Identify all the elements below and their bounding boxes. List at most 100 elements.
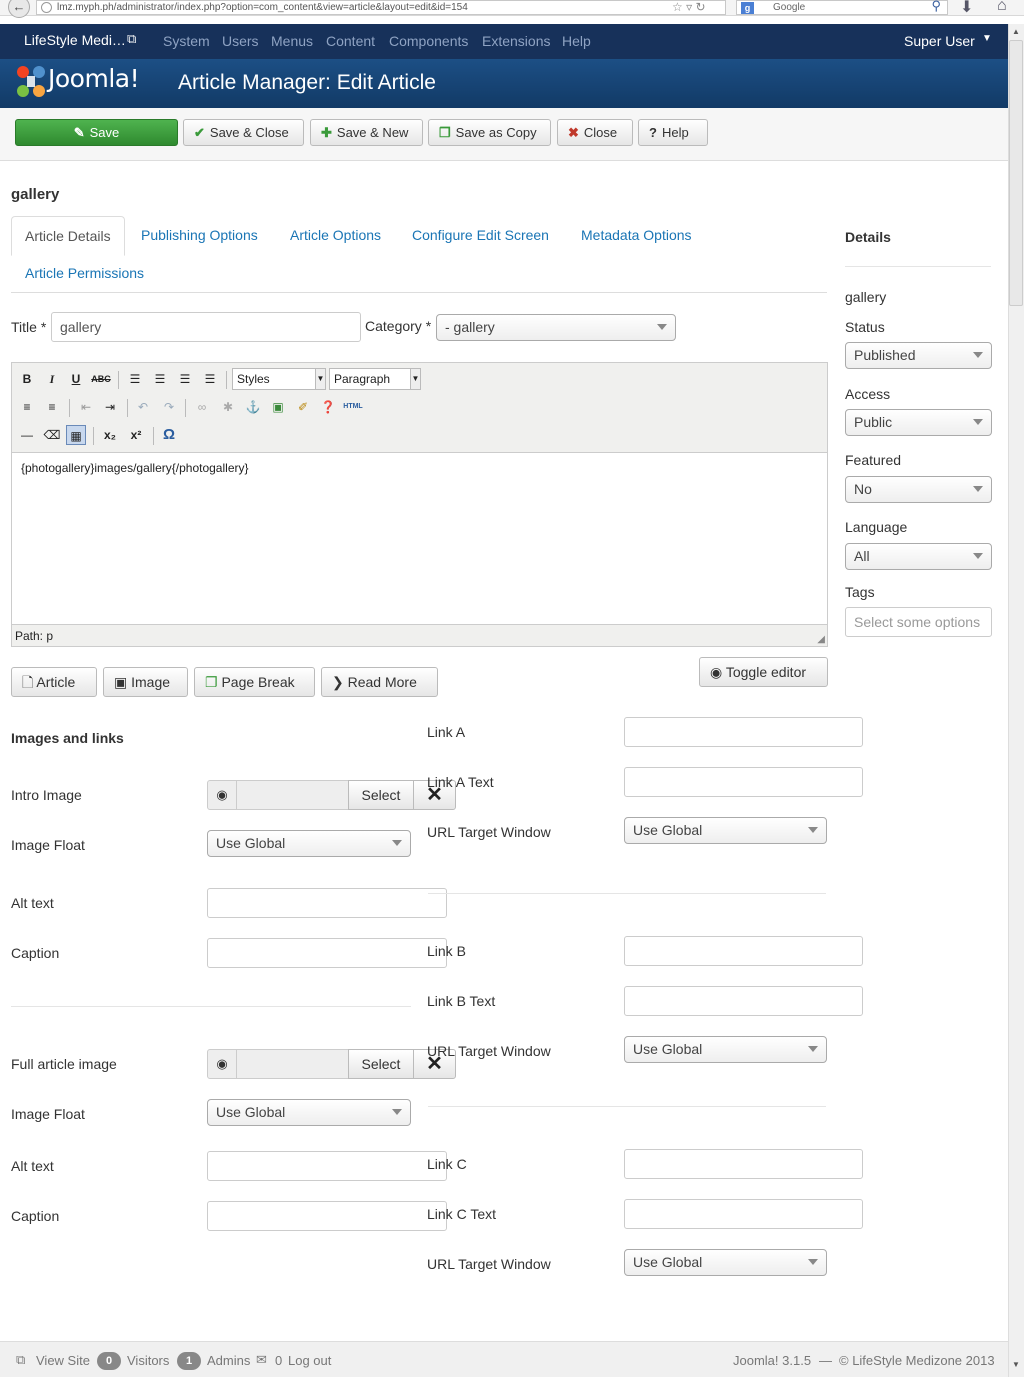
link-b-input[interactable] xyxy=(624,936,863,966)
browser-url-bar[interactable]: lmz.myph.ph/administrator/index.php?opti… xyxy=(36,0,726,15)
home-icon[interactable]: ⌂ xyxy=(997,0,1007,15)
url-bar-icons[interactable]: ☆ ▿ ↻ xyxy=(672,0,706,14)
link-a-target-select[interactable]: Use Global xyxy=(624,817,827,844)
link-b-text-input[interactable] xyxy=(624,986,863,1016)
menu-components[interactable]: Components xyxy=(389,33,468,49)
intro-image-path[interactable] xyxy=(236,780,349,810)
editor-content[interactable]: {photogallery}images/gallery{/photogalle… xyxy=(21,461,249,475)
insert-image-icon[interactable]: ▣ xyxy=(268,397,288,417)
menu-content[interactable]: Content xyxy=(326,33,375,49)
strikethrough-icon[interactable]: ABC xyxy=(91,369,111,389)
superscript-icon[interactable]: x² xyxy=(126,425,146,445)
category-select[interactable]: - gallery xyxy=(436,314,676,341)
save-new-button[interactable]: ✚ Save & New xyxy=(310,119,423,146)
menu-menus[interactable]: Menus xyxy=(271,33,313,49)
logout-link[interactable]: Log out xyxy=(288,1353,331,1368)
save-copy-button[interactable]: ❐ Save as Copy xyxy=(428,119,551,146)
view-site-link[interactable]: View Site xyxy=(36,1353,90,1368)
insert-image-button[interactable]: ▣ Image xyxy=(103,667,188,697)
tab-article-options[interactable]: Article Options xyxy=(290,227,381,243)
tags-input[interactable]: Select some options xyxy=(845,607,992,637)
link-c-input[interactable] xyxy=(624,1149,863,1179)
special-character-icon[interactable]: Ω xyxy=(159,425,179,445)
scrollbar-thumb[interactable] xyxy=(1009,40,1023,306)
full-alt-input[interactable] xyxy=(207,1151,447,1181)
align-center-icon[interactable]: ☰ xyxy=(150,369,170,389)
tab-publishing-options[interactable]: Publishing Options xyxy=(141,227,258,243)
menu-help[interactable]: Help xyxy=(562,33,591,49)
tab-configure-edit-screen[interactable]: Configure Edit Screen xyxy=(412,227,549,243)
full-float-select[interactable]: Use Global xyxy=(207,1099,411,1126)
styles-select[interactable]: Styles ▼ xyxy=(232,368,326,390)
tab-article-details[interactable]: Article Details xyxy=(11,216,125,256)
underline-icon[interactable]: U xyxy=(66,369,86,389)
undo-icon[interactable]: ↶ xyxy=(133,397,153,417)
external-link-icon[interactable]: ⧉ xyxy=(127,31,136,47)
link-a-input[interactable] xyxy=(624,717,863,747)
intro-alt-input[interactable] xyxy=(207,888,447,918)
html-source-icon[interactable]: HTML xyxy=(342,397,364,417)
full-image-path[interactable] xyxy=(236,1049,349,1079)
scroll-up-icon[interactable]: ▲ xyxy=(1009,25,1023,39)
link-a-text-input[interactable] xyxy=(624,767,863,797)
access-select[interactable]: Public xyxy=(845,409,992,436)
eye-icon[interactable]: ◉ xyxy=(207,780,237,810)
unlink-icon[interactable]: ✱ xyxy=(218,397,238,417)
bullet-list-icon[interactable]: ≡ xyxy=(17,397,37,417)
site-name-link[interactable]: LifeStyle Medi… xyxy=(24,32,126,48)
subscript-icon[interactable]: x₂ xyxy=(100,425,120,445)
align-right-icon[interactable]: ☰ xyxy=(175,369,195,389)
link-c-target-select[interactable]: Use Global xyxy=(624,1249,827,1276)
browser-search-box[interactable]: g Google ⚲ xyxy=(736,0,948,15)
cleanup-icon[interactable]: ✐ xyxy=(293,397,313,417)
link-c-text-input[interactable] xyxy=(624,1199,863,1229)
title-input[interactable]: gallery xyxy=(51,312,361,342)
download-icon[interactable]: ⬇ xyxy=(960,0,973,17)
save-button[interactable]: ✎ Save xyxy=(15,119,178,146)
link-b-target-select[interactable]: Use Global xyxy=(624,1036,827,1063)
anchor-icon[interactable]: ⚓ xyxy=(243,397,263,417)
full-caption-input[interactable] xyxy=(207,1201,447,1231)
indent-icon[interactable]: ⇥ xyxy=(100,397,120,417)
format-select[interactable]: Paragraph ▼ xyxy=(329,368,421,390)
resize-handle-icon[interactable]: ◢ xyxy=(817,629,825,651)
tab-metadata-options[interactable]: Metadata Options xyxy=(581,227,692,243)
redo-icon[interactable]: ↷ xyxy=(159,397,179,417)
search-icon[interactable]: ⚲ xyxy=(931,0,941,12)
outdent-icon[interactable]: ⇤ xyxy=(76,397,96,417)
status-select[interactable]: Published xyxy=(845,342,992,369)
menu-system[interactable]: System xyxy=(163,33,210,49)
bold-icon[interactable]: B xyxy=(17,369,37,389)
horizontal-rule-icon[interactable]: — xyxy=(17,425,37,445)
help-button[interactable]: ? Help xyxy=(638,119,708,146)
featured-select[interactable]: No xyxy=(845,476,992,503)
eye-icon[interactable]: ◉ xyxy=(207,1049,237,1079)
intro-float-select[interactable]: Use Global xyxy=(207,830,411,857)
full-image-select-button[interactable]: Select xyxy=(348,1049,414,1079)
link-icon[interactable]: ∞ xyxy=(192,397,212,417)
language-select[interactable]: All xyxy=(845,543,992,570)
align-left-icon[interactable]: ☰ xyxy=(125,369,145,389)
scroll-down-icon[interactable]: ▼ xyxy=(1009,1358,1023,1372)
italic-icon[interactable]: I xyxy=(42,369,62,389)
menu-extensions[interactable]: Extensions xyxy=(482,33,550,49)
read-more-button[interactable]: ❯ Read More xyxy=(321,667,438,697)
toggle-editor-button[interactable]: ◉ Toggle editor xyxy=(699,657,828,687)
tab-article-permissions[interactable]: Article Permissions xyxy=(25,265,144,281)
remove-format-icon[interactable]: ⌫ xyxy=(42,425,62,445)
align-justify-icon[interactable]: ☰ xyxy=(200,369,220,389)
save-close-button[interactable]: ✔ Save & Close xyxy=(183,119,304,146)
full-float-label: Image Float xyxy=(11,1106,85,1122)
intro-image-select-button[interactable]: Select xyxy=(348,780,414,810)
insert-article-button[interactable]: 🗋 Article xyxy=(11,667,97,697)
intro-caption-input[interactable] xyxy=(207,938,447,968)
caret-down-icon[interactable]: ▼ xyxy=(982,33,992,44)
toolbar-separator xyxy=(153,427,154,445)
numbered-list-icon[interactable]: ≡ xyxy=(42,397,62,417)
user-menu[interactable]: Super User xyxy=(904,33,975,49)
menu-users[interactable]: Users xyxy=(222,33,259,49)
close-button[interactable]: ✖ Close xyxy=(557,119,633,146)
help-circle-icon[interactable]: ❓ xyxy=(318,397,338,417)
page-break-button[interactable]: ❐ Page Break xyxy=(194,667,315,697)
visual-aid-icon[interactable]: ▦ xyxy=(66,425,86,445)
